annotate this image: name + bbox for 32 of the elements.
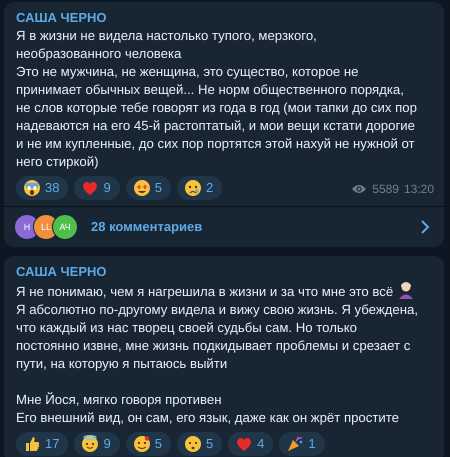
message-text: Я абсолютно по-другому видела и вижу свою жизнь. Я убеждена, что каждый из нас творец своей судьбы сам. Но только постоянно извне, мне жизнь подкидывает проблемы и срезает с пути, на которую я пытаюсь выйти Мне Йося, мягко говоря противен Его внешний вид, он сам, его язык, даже как он жрёт простите bbox=[16, 302, 419, 425]
message-text: Я не понимаю, чем я нагрешила в жизни и за что мне это всё bbox=[16, 284, 394, 299]
message-text: Это не мужчина, не женщина, это существо, которое не принимает обычных вещей... Не норм общественного порядка, не слов которые тебе говорят из года в год (мои тапки до сих пор надеваются на его 45-й растоптатый, и мои вещи кстати дорогие и не им купленные, до сих пор портятся этой нахуй не нужной от него стиркой) bbox=[16, 64, 418, 169]
message-text: Я в жизни не видела настолько тупого, мерзкого, необразованного человека bbox=[16, 28, 318, 61]
author-name: САША ЧЕРНО bbox=[16, 9, 108, 27]
crying-face-icon bbox=[184, 179, 202, 197]
avatar: АЧ bbox=[52, 214, 78, 240]
screaming-face-icon bbox=[23, 179, 41, 197]
halo-face-icon bbox=[81, 435, 100, 453]
reaction-chip[interactable]: 4 bbox=[228, 432, 274, 456]
chevron-right-icon bbox=[420, 219, 430, 235]
face-icon bbox=[184, 435, 202, 453]
comments-row[interactable]: Н LL АЧ 28 комментариев bbox=[4, 206, 444, 247]
reaction-chip[interactable]: 5 bbox=[176, 432, 222, 456]
reaction-chip[interactable]: 9 bbox=[74, 432, 120, 456]
author-name: САША ЧЕРНО bbox=[16, 263, 108, 281]
woman-figure-icon bbox=[397, 281, 416, 299]
eye-icon bbox=[351, 183, 368, 195]
star-eyes-face-icon bbox=[132, 179, 151, 197]
heart-icon bbox=[81, 179, 100, 197]
reaction-chip[interactable]: 1 bbox=[279, 432, 325, 456]
message-time: 13:20 bbox=[404, 181, 434, 198]
heart-icon bbox=[235, 435, 254, 453]
reaction-chip[interactable]: 5 bbox=[126, 432, 171, 456]
reaction-chip[interactable]: 17 bbox=[16, 432, 68, 456]
reaction-chip[interactable]: 9 bbox=[74, 176, 120, 200]
reaction-chip[interactable]: 2 bbox=[176, 176, 222, 200]
thumbs-up-icon bbox=[23, 435, 41, 453]
reaction-chip[interactable]: 38 bbox=[16, 176, 68, 200]
party-popper-icon bbox=[286, 435, 304, 453]
reaction-chip[interactable]: 5 bbox=[126, 176, 171, 200]
view-count: 5589 bbox=[372, 181, 399, 198]
